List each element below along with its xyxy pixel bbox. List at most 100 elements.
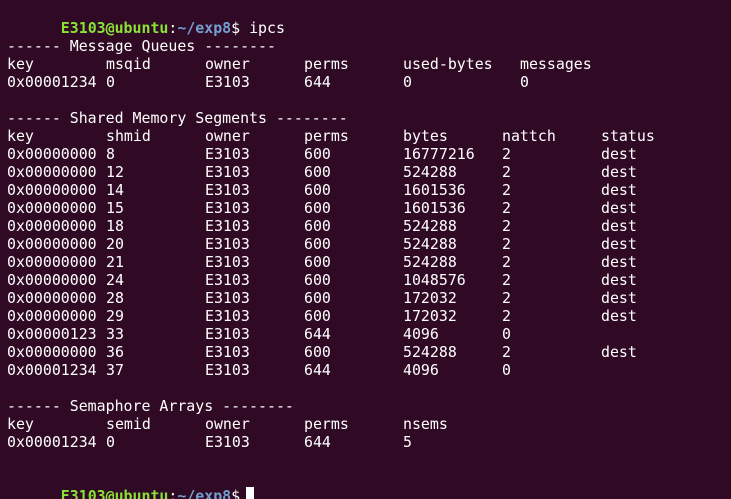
cell-bytes: 524288 <box>403 253 457 271</box>
column-header: perms <box>304 55 349 73</box>
column-header: used-bytes <box>403 55 493 73</box>
cell-nattch: 2 <box>502 163 511 181</box>
shared-memory-row: 0x00000000 8 E3103 600 16777216 2 dest <box>7 145 729 163</box>
cell-shmid: 14 <box>106 181 124 199</box>
cell-owner: E3103 <box>205 199 250 217</box>
cell-key: 0x00001234 <box>7 73 97 91</box>
cell-bytes: 1601536 <box>403 181 466 199</box>
column-header: semid <box>106 415 151 433</box>
cell-key: 0x00000000 <box>7 181 97 199</box>
prompt-user-host: E3103@ubuntu <box>60 487 169 499</box>
cell-nattch: 2 <box>502 181 511 199</box>
column-header: shmid <box>106 127 151 145</box>
cell-owner: E3103 <box>205 217 250 235</box>
shared-memory-row: 0x00000000 20 E3103 600 524288 2 dest <box>7 235 729 253</box>
cell-bytes: 172032 <box>403 307 457 325</box>
command-line: E3103@ubuntu:~/exp8$ ipcs <box>7 1 729 37</box>
cell-status: dest <box>601 343 637 361</box>
column-header: status <box>601 127 655 145</box>
cell-perms: 600 <box>304 217 331 235</box>
cell-bytes: 1048576 <box>403 271 466 289</box>
cell-owner: E3103 <box>205 343 250 361</box>
active-prompt-line[interactable]: E3103@ubuntu:~/exp8$ <box>7 469 729 499</box>
cell-owner: E3103 <box>205 271 250 289</box>
column-header: key <box>7 415 34 433</box>
cell-messages: 0 <box>520 73 529 91</box>
cell-key: 0x00000000 <box>7 343 97 361</box>
cell-status: dest <box>601 235 637 253</box>
cell-bytes: 524288 <box>403 163 457 181</box>
column-header: perms <box>304 415 349 433</box>
cell-nattch: 2 <box>502 253 511 271</box>
cell-status: dest <box>601 217 637 235</box>
cell-status: dest <box>601 289 637 307</box>
cell-key: 0x00001234 <box>7 433 97 451</box>
cell-perms: 600 <box>304 199 331 217</box>
column-header: key <box>7 127 34 145</box>
shared-memory-row: 0x00000123 33 E3103 644 4096 0 <box>7 325 729 343</box>
cell-shmid: 29 <box>106 307 124 325</box>
cell-perms: 644 <box>304 361 331 379</box>
section-title: ------ Shared Memory Segments -------- <box>7 109 348 127</box>
cell-shmid: 18 <box>106 217 124 235</box>
cell-key: 0x00000000 <box>7 235 97 253</box>
cell-nattch: 2 <box>502 199 511 217</box>
shared-memory-header: ------ Shared Memory Segments -------- <box>7 109 729 127</box>
prompt-colon: : <box>168 487 178 499</box>
cell-bytes: 172032 <box>403 289 457 307</box>
cell-status: dest <box>601 271 637 289</box>
cell-owner: E3103 <box>205 289 250 307</box>
cell-shmid: 36 <box>106 343 124 361</box>
shared-memory-row: 0x00000000 18 E3103 600 524288 2 dest <box>7 217 729 235</box>
column-header: owner <box>205 415 250 433</box>
semaphore-arrays-column-headers: key semid owner perms nsems <box>7 415 729 433</box>
cell-perms: 644 <box>304 433 331 451</box>
cell-shmid: 33 <box>106 325 124 343</box>
cell-shmid: 8 <box>106 145 115 163</box>
cell-bytes: 16777216 <box>403 145 475 163</box>
column-header: bytes <box>403 127 448 145</box>
cell-perms: 600 <box>304 253 331 271</box>
text-cursor[interactable] <box>246 487 255 499</box>
shared-memory-rows: 0x00000000 8 E3103 600 16777216 2 dest 0x000000… <box>7 145 729 379</box>
cell-bytes: 524288 <box>403 217 457 235</box>
cell-key: 0x00000000 <box>7 307 97 325</box>
cell-msqid: 0 <box>106 73 115 91</box>
cell-perms: 600 <box>304 343 331 361</box>
cell-nsems: 5 <box>403 433 412 451</box>
cell-shmid: 15 <box>106 199 124 217</box>
cell-key: 0x00001234 <box>7 361 97 379</box>
cell-nattch: 2 <box>502 289 511 307</box>
cell-owner: E3103 <box>205 163 250 181</box>
prompt-symbol: $ <box>231 487 241 499</box>
cell-shmid: 20 <box>106 235 124 253</box>
cell-bytes: 524288 <box>403 343 457 361</box>
cell-owner: E3103 <box>205 361 250 379</box>
column-header: key <box>7 55 34 73</box>
prompt-path: ~/exp8 <box>177 487 232 499</box>
cell-perms: 600 <box>304 145 331 163</box>
cell-bytes: 4096 <box>403 325 439 343</box>
cell-owner: E3103 <box>205 325 250 343</box>
cell-status: dest <box>601 181 637 199</box>
shared-memory-row: 0x00000000 29 E3103 600 172032 2 dest <box>7 307 729 325</box>
cell-owner: E3103 <box>205 145 250 163</box>
cell-nattch: 2 <box>502 271 511 289</box>
cell-key: 0x00000000 <box>7 145 97 163</box>
cell-nattch: 2 <box>502 307 511 325</box>
column-header: owner <box>205 127 250 145</box>
section-title: ------ Semaphore Arrays -------- <box>7 397 294 415</box>
shared-memory-row: 0x00000000 21 E3103 600 524288 2 dest <box>7 253 729 271</box>
terminal-window[interactable]: E3103@ubuntu:~/exp8$ ipcs ------ Message… <box>0 0 731 499</box>
cell-perms: 600 <box>304 181 331 199</box>
cell-shmid: 24 <box>106 271 124 289</box>
cell-perms: 600 <box>304 289 331 307</box>
cell-shmid: 28 <box>106 289 124 307</box>
cell-nattch: 0 <box>502 325 511 343</box>
column-header: msqid <box>106 55 151 73</box>
shared-memory-row: 0x00000000 28 E3103 600 172032 2 dest <box>7 289 729 307</box>
